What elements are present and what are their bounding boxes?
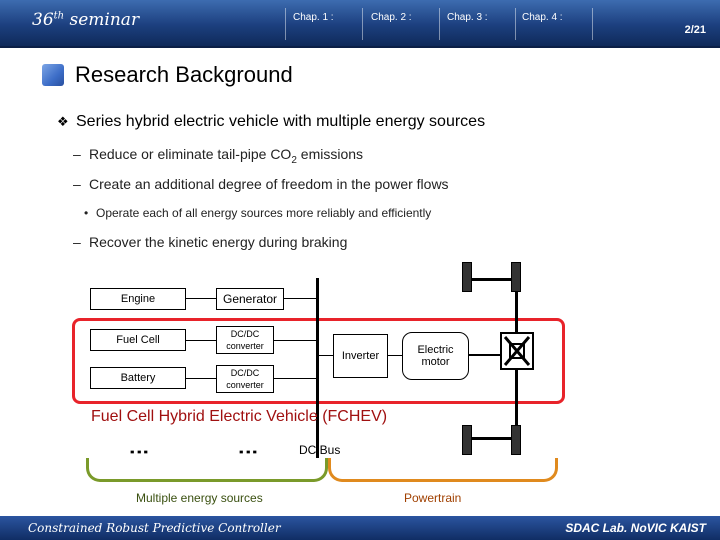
dash-bullet: – [73, 234, 81, 250]
chapter-separator [362, 8, 363, 40]
wheel-icon [462, 425, 472, 455]
wheel-icon [462, 262, 472, 292]
nav-chapter-4[interactable]: Chap. 4 : [522, 12, 563, 26]
connector-line [186, 378, 216, 379]
shaft-line [469, 354, 501, 356]
chapter-separator [515, 8, 516, 40]
fuel-cell-box: Fuel Cell [90, 329, 186, 351]
sub-point-reduce: – Reduce or eliminate tail-pipe CO2 emiss… [73, 146, 364, 166]
chapter-separator [285, 8, 286, 40]
fchev-label: Fuel Cell Hybrid Electric Vehicle (FCHEV… [91, 408, 388, 425]
sub-point-freedom: – Create an additional degree of freedom … [73, 176, 449, 192]
connector-line [186, 340, 216, 341]
connector-line [388, 355, 402, 356]
powertrain-label: Powertrain [404, 491, 462, 505]
page-number: 2/21 [684, 24, 706, 36]
chapter-separator [592, 8, 593, 40]
nav-chapter-2[interactable]: Chap. 2 : [371, 12, 412, 26]
sub-sub-point-operate: • Operate each of all energy sources more… [84, 206, 432, 220]
nav-chapter-3[interactable]: Chap. 3 : [447, 12, 488, 26]
inverter-box: Inverter [333, 334, 388, 378]
dash-bullet: – [73, 176, 81, 192]
nav-chapter-1[interactable]: Chap. 1 : [293, 12, 334, 26]
differential-icon [500, 332, 534, 370]
title-square-icon [42, 64, 64, 86]
dcdc-converter-1-box: DC/DC converter [216, 326, 274, 354]
wheel-icon [511, 262, 521, 292]
powertrain-bracket [328, 458, 558, 482]
dcdc-converter-2-box: DC/DC converter [216, 365, 274, 393]
connector-line [274, 378, 316, 379]
connector-line [284, 298, 316, 299]
chapter-separator [439, 8, 440, 40]
dot-bullet: • [84, 206, 89, 220]
footer-lab-name: SDAC Lab. NoVIC KAIST [565, 521, 706, 535]
seminar-label: 36th seminar [32, 10, 140, 30]
dash-bullet: – [73, 146, 81, 162]
connector-line [319, 355, 333, 356]
wheel-icon [511, 425, 521, 455]
header-divider [0, 46, 720, 48]
dc-bus-line [316, 278, 319, 458]
sub-point-recover: – Recover the kinetic energy during braki… [73, 234, 348, 250]
multiple-sources-label: Multiple energy sources [136, 491, 263, 505]
diamond-bullet-icon: ❖ [57, 114, 69, 129]
electric-motor-box: Electric motor [402, 332, 469, 380]
generator-box: Generator [216, 288, 284, 310]
battery-box: Battery [90, 367, 186, 389]
engine-box: Engine [90, 288, 186, 310]
footer-project-title: Constrained Robust Predictive Controller [28, 521, 281, 535]
connector-line [274, 340, 316, 341]
main-point: Series hybrid electric vehicle with mult… [76, 113, 486, 130]
energy-sources-bracket [86, 458, 328, 482]
dc-bus-label: DC Bus [299, 443, 341, 457]
connector-line [186, 298, 216, 299]
slide-title: Research Background [75, 62, 293, 87]
